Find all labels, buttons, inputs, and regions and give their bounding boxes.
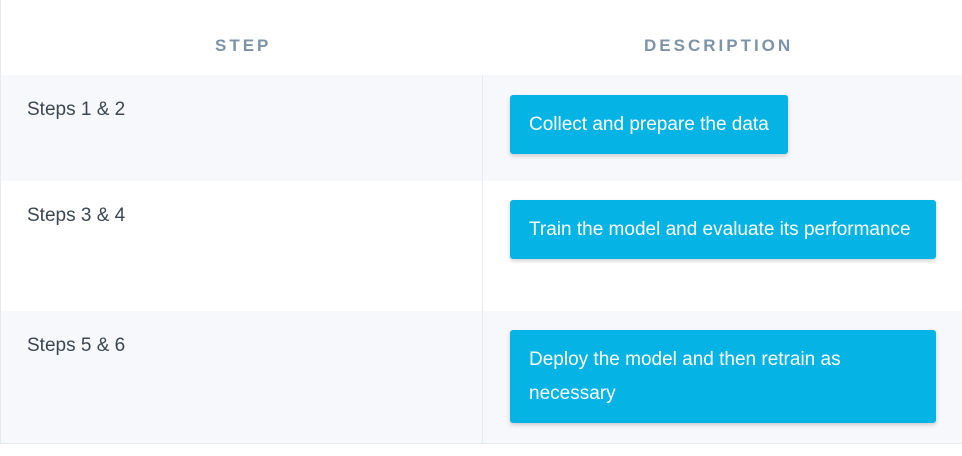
step-label: Steps 5 & 6 xyxy=(27,335,126,356)
step-label: Steps 1 & 2 xyxy=(27,99,126,120)
table-header: STEP DESCRIPTION xyxy=(1,0,962,75)
step-label: Steps 3 & 4 xyxy=(27,205,126,226)
column-divider xyxy=(482,75,483,443)
steps-table: STEP DESCRIPTION Steps 1 & 2 Collect and… xyxy=(0,0,962,444)
header-description: DESCRIPTION xyxy=(644,36,794,55)
description-box: Train the model and evaluate its perform… xyxy=(510,200,936,259)
header-step: STEP xyxy=(215,36,272,55)
description-box: Collect and prepare the data xyxy=(510,95,788,154)
description-box: Deploy the model and then retrain as nec… xyxy=(510,330,936,423)
